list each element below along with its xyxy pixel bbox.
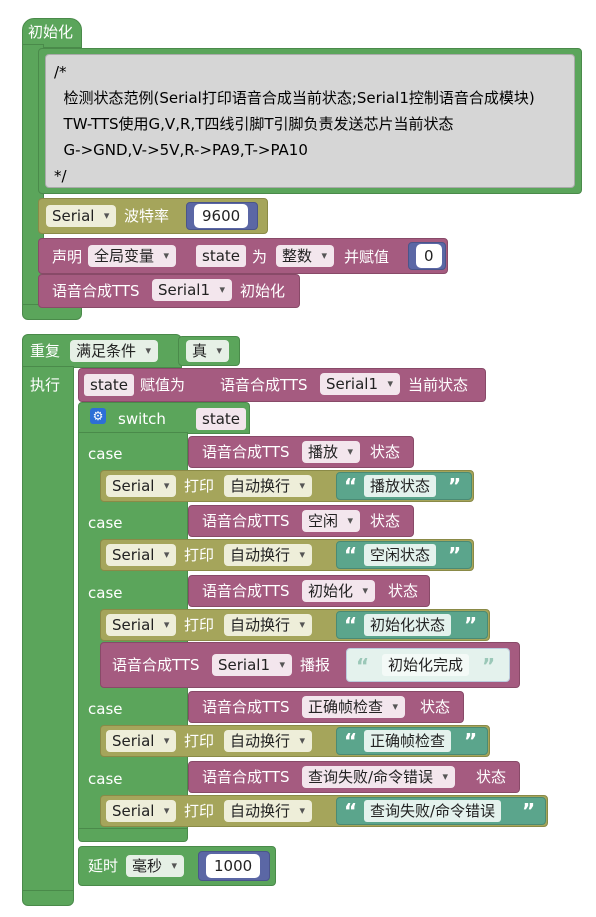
tts-case-prefix: 语音合成TTS [202,698,290,716]
print-label: 打印 [184,802,215,820]
speak-prefix: 语音合成TTS [112,656,200,674]
print-text-field[interactable]: 空闲状态 [364,544,437,566]
speak-label: 播报 [300,656,331,674]
tts-case-prefix: 语音合成TTS [202,582,290,600]
print-label: 打印 [184,477,215,495]
comment-line: */ [54,167,67,185]
switch-label: switch [118,410,166,428]
open-quote-icon: “ [356,654,370,678]
variable-name-field[interactable]: state [196,245,246,267]
assign-to-label: 赋值为 [140,376,186,394]
tts-init-port-dropdown[interactable]: Serial1 [152,279,232,301]
open-quote-icon: “ [344,613,358,637]
condition-dropdown[interactable]: 真 [186,340,230,362]
case-label: case [88,770,123,788]
open-quote-icon: “ [344,729,358,753]
print-text-field[interactable]: 查询失败/命令错误 [364,800,502,822]
repeat-mode-dropdown[interactable]: 满足条件 [70,340,159,362]
case-status-suffix: 状态 [370,443,401,461]
tts-status-port-dropdown[interactable]: Serial1 [320,373,400,395]
print-serial-dropdown[interactable]: Serial [106,544,177,566]
repeat-label: 重复 [30,342,61,360]
serial-port-dropdown[interactable]: Serial [46,205,117,227]
case-label: case [88,445,123,463]
tts-init-suffix: 初始化 [240,282,286,300]
close-quote-icon: ” [522,799,536,823]
switch-block-foot [78,828,188,842]
case-state-dropdown[interactable]: 空闲 [302,510,361,532]
print-mode-dropdown[interactable]: 自动换行 [224,544,313,566]
delay-value-field[interactable]: 1000 [206,854,261,878]
delay-label: 延时 [88,857,119,875]
repeat-block-body [22,366,74,900]
print-mode-dropdown[interactable]: 自动换行 [224,475,313,497]
delay-unit-dropdown[interactable]: 毫秒 [126,855,185,877]
print-label: 打印 [184,546,215,564]
case-state-dropdown[interactable]: 初始化 [302,580,376,602]
scope-dropdown[interactable]: 全局变量 [88,245,177,267]
comment-block[interactable]: /* 检测状态范例(Serial打印语音合成当前状态;Serial1控制语音合成… [45,54,575,188]
case-status-suffix: 状态 [420,698,451,716]
init-block-title: 初始化 [28,23,74,41]
case-state-dropdown[interactable]: 播放 [302,441,361,463]
case-label: case [88,514,123,532]
declare-label: 声明 [52,248,83,266]
do-label: 执行 [30,376,61,394]
case-label: case [88,700,123,718]
baud-label: 波特率 [124,207,170,225]
gear-icon[interactable]: ⚙ [90,408,106,424]
close-quote-icon: ” [464,613,478,637]
comment-line: G->GND,V->5V,R->PA9,T->PA10 [54,141,308,159]
type-dropdown[interactable]: 整数 [276,245,335,267]
case-status-suffix: 状态 [476,768,507,786]
case-label: case [88,584,123,602]
print-serial-dropdown[interactable]: Serial [106,800,177,822]
tts-status-prefix: 语音合成TTS [220,376,308,394]
close-quote-icon: ” [448,543,462,567]
tts-init-prefix: 语音合成TTS [52,282,140,300]
comment-line: TW-TTS使用G,V,R,T四线引脚T引脚负责发送芯片当前状态 [54,115,454,133]
print-serial-dropdown[interactable]: Serial [106,475,177,497]
print-mode-dropdown[interactable]: 自动换行 [224,800,313,822]
open-quote-icon: “ [344,799,358,823]
tts-case-prefix: 语音合成TTS [202,768,290,786]
speak-text-field[interactable]: 初始化完成 [382,654,470,676]
open-quote-icon: “ [344,474,358,498]
tts-case-prefix: 语音合成TTS [202,512,290,530]
switch-var-field[interactable]: state [196,408,246,430]
print-serial-dropdown[interactable]: Serial [106,614,177,636]
print-serial-dropdown[interactable]: Serial [106,730,177,752]
init-value-field[interactable]: 0 [416,244,442,268]
case-state-dropdown[interactable]: 正确帧检查 [302,696,406,718]
print-mode-dropdown[interactable]: 自动换行 [224,730,313,752]
assign-label: 并赋值 [344,248,390,266]
tts-case-prefix: 语音合成TTS [202,443,290,461]
case-state-dropdown[interactable]: 查询失败/命令错误 [302,766,456,788]
print-label: 打印 [184,732,215,750]
print-text-field[interactable]: 初始化状态 [364,614,452,636]
repeat-block-foot [22,890,74,906]
print-text-field[interactable]: 播放状态 [364,475,437,497]
comment-line: 检测状态范例(Serial打印语音合成当前状态;Serial1控制语音合成模块) [54,89,535,107]
case-status-suffix: 状态 [388,582,419,600]
print-text-field[interactable]: 正确帧检查 [364,730,452,752]
close-quote-icon: ” [482,654,496,678]
case-status-suffix: 状态 [370,512,401,530]
print-mode-dropdown[interactable]: 自动换行 [224,614,313,636]
tts-status-suffix: 当前状态 [408,376,469,394]
assign-var-field[interactable]: state [84,374,134,396]
close-quote-icon: ” [464,729,478,753]
close-quote-icon: ” [448,474,462,498]
speak-port-dropdown[interactable]: Serial1 [212,654,292,676]
baud-value-field[interactable]: 9600 [194,204,249,228]
open-quote-icon: “ [344,543,358,567]
print-label: 打印 [184,616,215,634]
as-label: 为 [252,248,268,266]
comment-line: /* [54,63,67,81]
